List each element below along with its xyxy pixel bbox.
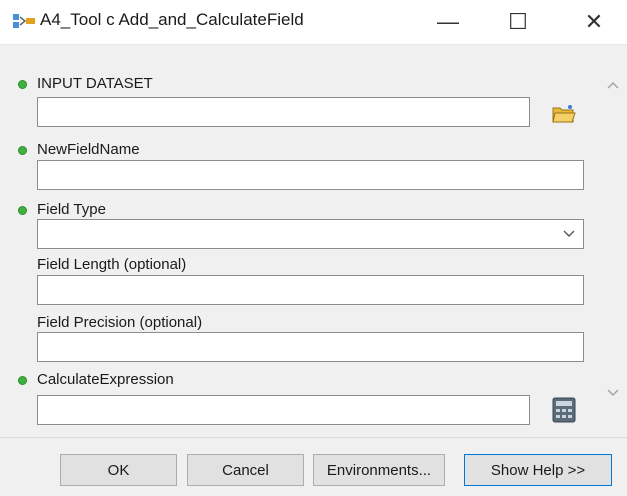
chevron-up-icon[interactable]	[606, 79, 620, 93]
model-tool-icon	[13, 14, 35, 28]
maximize-icon: ☐	[508, 9, 528, 34]
dialog-footer: OK Cancel Environments... Show Help >>	[0, 437, 627, 496]
show-help-button[interactable]: Show Help >>	[464, 454, 612, 486]
calculator-icon	[552, 397, 576, 423]
window-title: A4_Tool c Add_and_CalculateField	[40, 10, 304, 29]
field-length-input[interactable]	[37, 275, 584, 305]
input-dataset-label: INPUT DATASET	[37, 75, 153, 92]
required-indicator-icon	[18, 80, 27, 89]
browse-button[interactable]	[548, 98, 580, 130]
environments-button[interactable]: Environments...	[313, 454, 445, 486]
close-icon: ✕	[584, 9, 604, 34]
field-type-select[interactable]	[37, 219, 584, 249]
required-indicator-icon	[18, 206, 27, 215]
title-bar: A4_Tool c Add_and_CalculateField — ☐ ✕	[0, 0, 627, 45]
field-length-label: Field Length (optional)	[37, 256, 187, 273]
calculate-expression-label: CalculateExpression	[37, 371, 174, 388]
chevron-down-icon[interactable]	[606, 385, 620, 399]
calculate-expression-input[interactable]	[37, 395, 530, 425]
field-precision-label: Field Precision (optional)	[37, 314, 203, 331]
minimize-button[interactable]: —	[420, 0, 476, 44]
maximize-button[interactable]: ☐	[490, 0, 546, 44]
new-field-name-input[interactable]	[37, 160, 584, 190]
required-indicator-icon	[18, 376, 27, 385]
cancel-button[interactable]: Cancel	[187, 454, 304, 486]
minimize-icon: —	[437, 9, 459, 34]
field-precision-input[interactable]	[37, 332, 584, 362]
ok-button[interactable]: OK	[60, 454, 177, 486]
folder-open-icon	[552, 105, 576, 123]
input-dataset-field[interactable]	[37, 97, 530, 127]
new-field-name-label: NewFieldName	[37, 141, 140, 158]
calculator-button[interactable]	[548, 394, 580, 426]
chevron-down-icon	[563, 230, 575, 237]
field-type-label: Field Type	[37, 201, 106, 218]
vertical-scrollbar[interactable]	[600, 45, 627, 437]
required-indicator-icon	[18, 146, 27, 155]
close-button[interactable]: ✕	[566, 0, 622, 44]
